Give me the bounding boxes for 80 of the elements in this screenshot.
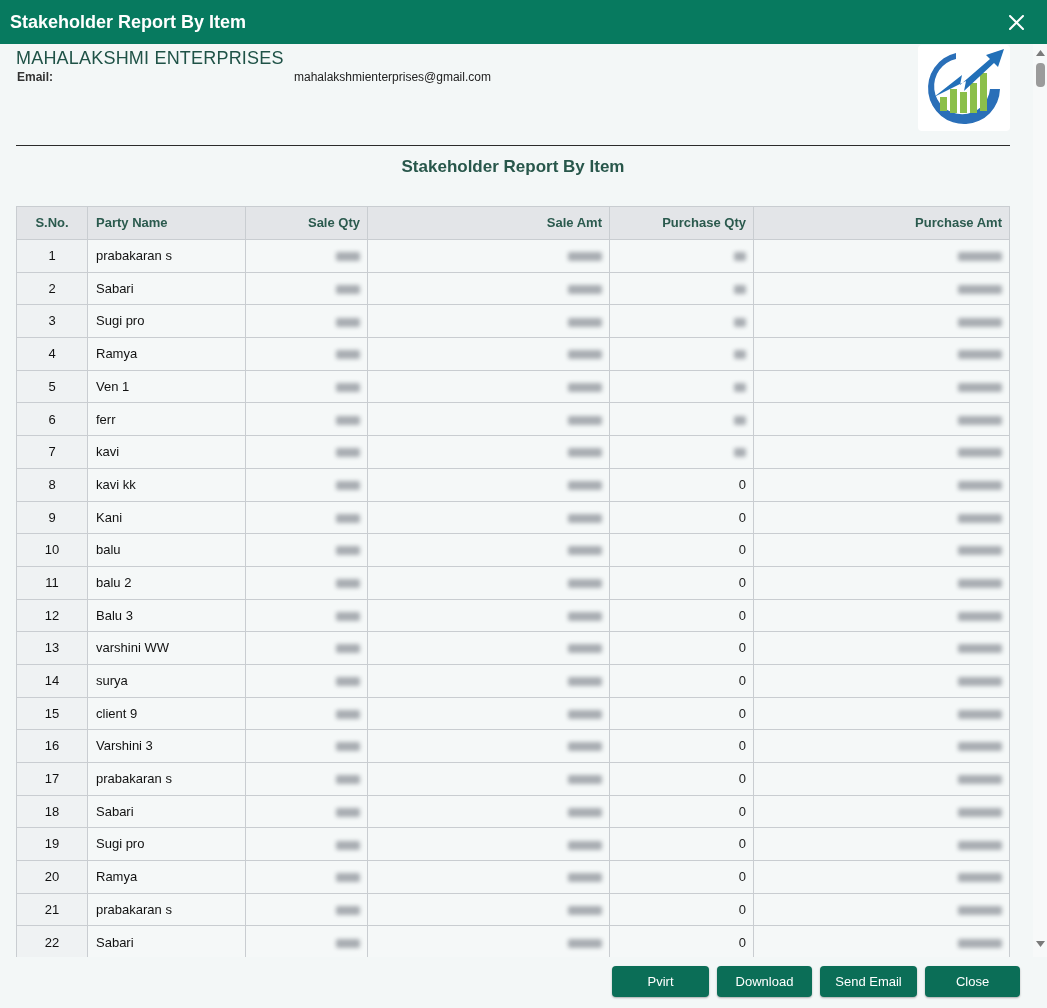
table-cell: 11 <box>16 566 88 600</box>
table-cell: Kani <box>87 501 246 534</box>
table-cell: Sabari <box>87 925 246 957</box>
table-cell-value: 0 <box>738 738 746 754</box>
table-cell: 6 <box>16 402 88 436</box>
table-cell: Balu 3 <box>87 599 246 632</box>
window-title: Stakeholder Report By Item <box>10 11 247 33</box>
table-cell: 20 <box>16 860 88 894</box>
table-cell: 4 <box>16 337 88 371</box>
scrollbar[interactable] <box>1033 44 1047 957</box>
email-address: mahalakshmienterprises@gmail.com <box>294 69 491 85</box>
table-cell: balu 2 <box>87 566 246 600</box>
table-cell: balu <box>87 533 246 567</box>
table-cell: Sugi pro <box>87 827 246 861</box>
scroll-up-arrow-icon[interactable] <box>1035 50 1045 56</box>
column-header: Sale Qty <box>245 206 368 240</box>
report-title: Stakeholder Report By Item <box>401 156 625 178</box>
footer-button[interactable]: Close <box>925 966 1020 997</box>
table-cell-value: 0 <box>738 934 746 950</box>
email-label: Email: <box>16 69 54 85</box>
footer-button[interactable]: Pvirt <box>612 966 709 997</box>
table-cell: Varshini 3 <box>87 729 246 763</box>
close-icon[interactable] <box>1009 14 1024 30</box>
footer-button[interactable]: Download <box>717 966 812 997</box>
table-cell: client 9 <box>87 697 246 730</box>
table-cell: 5 <box>16 370 88 403</box>
table-cell-value: 0 <box>738 574 746 590</box>
table-cell-value: 0 <box>738 705 746 721</box>
footer-button[interactable]: Send Email <box>820 966 917 997</box>
table-cell: 22 <box>16 925 88 957</box>
table-cell-value: 0 <box>738 869 746 885</box>
table-cell-value: 0 <box>738 640 746 656</box>
table-cell: 2 <box>16 272 88 305</box>
table-cell: varshini WW <box>87 631 246 665</box>
column-header: Sale Amt <box>367 206 610 240</box>
company-name: MAHALAKSHMI ENTERPRISES <box>16 47 285 69</box>
column-header: Party Name <box>87 206 246 240</box>
table-cell-value: 0 <box>738 771 746 787</box>
column-header: S.No. <box>16 206 88 240</box>
table-cell: 10 <box>16 533 88 567</box>
table-cell-value: 0 <box>738 901 746 917</box>
column-header: Purchase Qty <box>609 206 754 240</box>
column-header: Purchase Amt <box>753 206 1010 240</box>
scroll-down-arrow-icon[interactable] <box>1035 941 1045 947</box>
table-cell: kavi kk <box>87 468 246 501</box>
table-cell: 12 <box>16 599 88 632</box>
table-cell: 7 <box>16 435 88 469</box>
table-cell: surya <box>87 664 246 698</box>
table-cell: Sugi pro <box>87 304 246 338</box>
table-cell: 15 <box>16 697 88 730</box>
table-cell: 13 <box>16 631 88 665</box>
table-cell: prabakaran s <box>87 762 246 796</box>
table-cell: 8 <box>16 468 88 501</box>
table-cell: 3 <box>16 304 88 338</box>
table-cell-value: 0 <box>738 542 746 558</box>
table-cell: 19 <box>16 827 88 861</box>
table-cell-value: 0 <box>738 509 746 525</box>
table-cell-value: 0 <box>738 836 746 852</box>
scrollbar-thumb[interactable] <box>1035 63 1045 87</box>
table-cell-value: 0 <box>738 476 746 492</box>
table-cell: 1 <box>16 239 88 273</box>
table-cell: prabakaran s <box>87 239 246 273</box>
table-cell-value: 0 <box>738 607 746 623</box>
table-cell: ferr <box>87 402 246 436</box>
table-cell: 18 <box>16 795 88 828</box>
bar-chart-arrow-logo-icon <box>918 45 1010 131</box>
table-cell-value: 0 <box>738 673 746 689</box>
table-cell: prabakaran s <box>87 893 246 926</box>
table-cell: Sabari <box>87 795 246 828</box>
table-cell: 21 <box>16 893 88 926</box>
table-cell: kavi <box>87 435 246 469</box>
table-cell: Ramya <box>87 860 246 894</box>
table-cell: Ramya <box>87 337 246 371</box>
table-cell: Ven 1 <box>87 370 246 403</box>
table-cell-value: 0 <box>738 803 746 819</box>
table-cell: Sabari <box>87 272 246 305</box>
table-cell: 9 <box>16 501 88 534</box>
table-cell: 16 <box>16 729 88 763</box>
table-cell: 14 <box>16 664 88 698</box>
table-cell: 17 <box>16 762 88 796</box>
